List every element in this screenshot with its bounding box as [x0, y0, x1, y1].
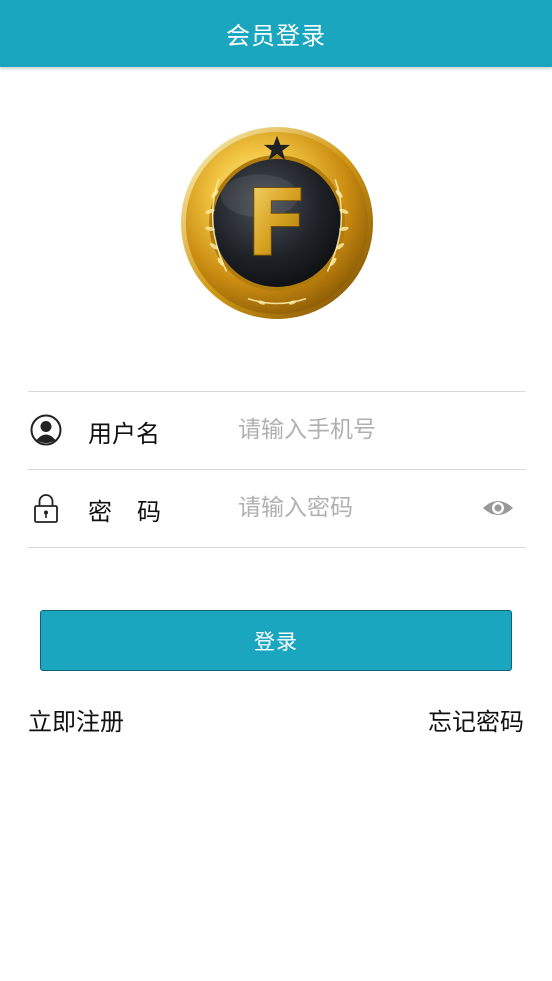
password-label: 密码 [88, 498, 186, 526]
register-link[interactable]: 立即注册 [28, 702, 124, 737]
lock-icon [28, 488, 64, 528]
logo-letter: F [245, 169, 309, 277]
user-icon [28, 410, 64, 450]
page-title: 会员登录 [226, 22, 326, 50]
username-label: 用户名 [88, 420, 160, 448]
username-input[interactable] [238, 408, 468, 452]
app-header: 会员登录 [0, 0, 552, 67]
divider [28, 547, 526, 548]
forgot-password-link[interactable]: 忘记密码 [428, 702, 524, 737]
eye-icon[interactable] [482, 496, 514, 520]
login-button[interactable]: 登录 [40, 610, 512, 671]
password-row: 密码 [28, 470, 526, 547]
password-input[interactable] [238, 486, 468, 530]
username-row: 用户名 [28, 392, 526, 469]
gold-medal-logo: F [180, 126, 374, 320]
login-form: 用户名 密码 [28, 391, 526, 548]
